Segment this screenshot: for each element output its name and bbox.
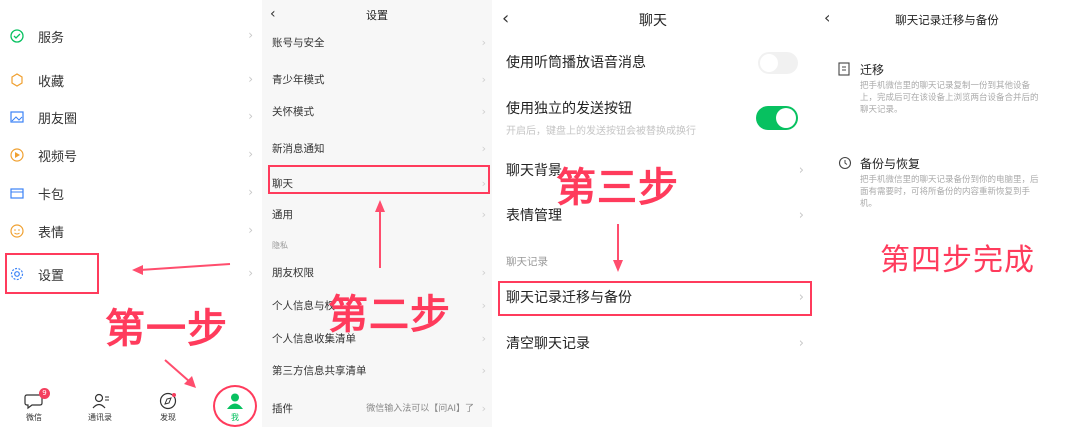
step-arrow-chat xyxy=(375,200,385,268)
backup-option-description: 把手机微信里的聊天记录备份到你的电脑里，后面有需要时，可将所备份的内容重新恢复到… xyxy=(860,175,1039,209)
migrate-icon xyxy=(838,62,850,76)
migrate-backup-panel: ‹ 聊天记录迁移与备份 迁移 把手机微信里的聊天记录复制一份到其他设备上，完成后… xyxy=(814,0,1080,427)
step-four-label: 第四步完成 xyxy=(880,243,1035,278)
step-arrows xyxy=(132,263,231,388)
chat-settings-panel: ‹ 聊天 使用听筒播放语音消息 使用独立的发送按钮 开启后，键盘上的发送按钮会被… xyxy=(492,0,814,427)
settings-panel: ‹ 设置 账号与安全 › 青少年模式 › 关怀模式 › 新消息通知 › 聊天 › 通用 › … xyxy=(262,0,492,427)
me-page-panel: 服务 › 收藏 › 朋友圈 › 视频号 › 卡包 › 表情 › 设置 › 第一步… xyxy=(0,0,262,427)
arrow-head xyxy=(132,265,143,275)
arrow-to-settings xyxy=(139,263,231,271)
page-title: 聊天记录迁移与备份 xyxy=(895,13,999,27)
step-arrow-migrate xyxy=(613,224,623,272)
arrow-to-me-tab xyxy=(164,359,191,383)
migrate-option-title[interactable]: 迁移 xyxy=(860,61,884,78)
backup-restore-icon xyxy=(838,156,852,170)
migrate-option-description: 把手机微信里的聊天记录复制一份到其他设备上，完成后可在该设备上浏览两台设备合并后… xyxy=(860,81,1039,115)
backup-option-title[interactable]: 备份与恢复 xyxy=(860,155,920,172)
